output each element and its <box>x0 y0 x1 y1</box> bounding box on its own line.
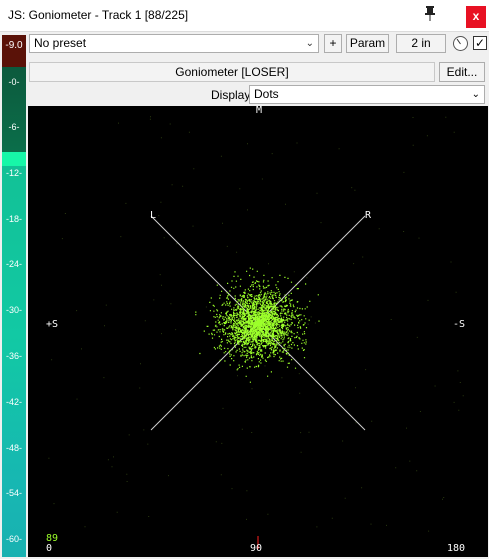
edit-button[interactable]: Edit... <box>439 62 485 82</box>
vu-scale-label: -18- <box>5 214 22 224</box>
vu-scale-label: -48- <box>5 443 22 453</box>
plugin-name-field: Goniometer [LOSER] <box>29 62 435 82</box>
peak-readout-value: -9.0 <box>5 40 23 51</box>
vu-scale-label: -6- <box>8 122 20 132</box>
vu-scale-label: -54- <box>5 488 22 498</box>
vu-level-band <box>2 152 26 166</box>
peak-readout: -9.0 <box>2 35 26 67</box>
vu-scale-label: -36- <box>5 351 22 361</box>
display-dropdown[interactable]: Dots ⌄ <box>249 85 485 104</box>
sample-dots <box>48 116 464 532</box>
chevron-down-icon: ⌄ <box>305 38 314 49</box>
plugin-name: Goniometer [LOSER] <box>175 65 289 79</box>
param-label: Param <box>349 36 386 50</box>
vu-scale-label: -12- <box>5 168 22 178</box>
vu-scale-label: -24- <box>5 259 22 269</box>
close-icon: x <box>472 9 480 23</box>
display-label: Display <box>211 88 251 102</box>
param-button[interactable]: Param <box>346 34 389 53</box>
vu-scale-label: -60- <box>5 534 22 544</box>
goniometer-scope: M L R +S -S 89 0 90 180 <box>28 106 488 557</box>
phase-mid-label: 90 <box>250 543 263 554</box>
io-button[interactable]: 2 in <box>396 34 446 53</box>
vu-meter: -0- -6- -12- -18- -24- -30- -36- -42- -48- -54- -6… <box>2 67 26 557</box>
title-bar: JS: Goniometer - Track 1 [88/225] x <box>0 0 489 32</box>
display-value: Dots <box>254 87 279 101</box>
vu-scale-label: -30- <box>5 305 22 315</box>
wet-dry-knob[interactable] <box>453 36 468 51</box>
window-title: JS: Goniometer - Track 1 [88/225] <box>8 8 189 22</box>
pin-button[interactable] <box>420 4 440 24</box>
checkmark-icon: ✓ <box>474 36 486 50</box>
close-button[interactable]: x <box>466 6 486 28</box>
chevron-down-icon: ⌄ <box>471 89 480 100</box>
preset-value: No preset <box>34 36 87 50</box>
vu-scale-label: -42- <box>5 397 22 407</box>
preset-dropdown[interactable]: No preset ⌄ <box>29 34 319 53</box>
add-preset-button[interactable]: + <box>324 34 342 53</box>
plus-side-label: +S <box>46 319 59 330</box>
add-preset-label: + <box>329 36 337 50</box>
right-channel-label: R <box>365 210 372 221</box>
pin-icon <box>425 6 435 21</box>
edit-label: Edit... <box>446 65 478 79</box>
phase-max-label: 180 <box>447 543 466 554</box>
goniometer-display <box>48 116 464 549</box>
minus-side-label: -S <box>453 319 466 330</box>
left-channel-label: L <box>150 210 157 221</box>
phase-min-label: 0 <box>46 543 53 554</box>
mid-label: M <box>256 106 263 116</box>
io-label: 2 in <box>411 36 431 50</box>
vu-scale-label: -0- <box>8 77 20 87</box>
bypass-checkbox[interactable]: ✓ <box>473 36 487 50</box>
